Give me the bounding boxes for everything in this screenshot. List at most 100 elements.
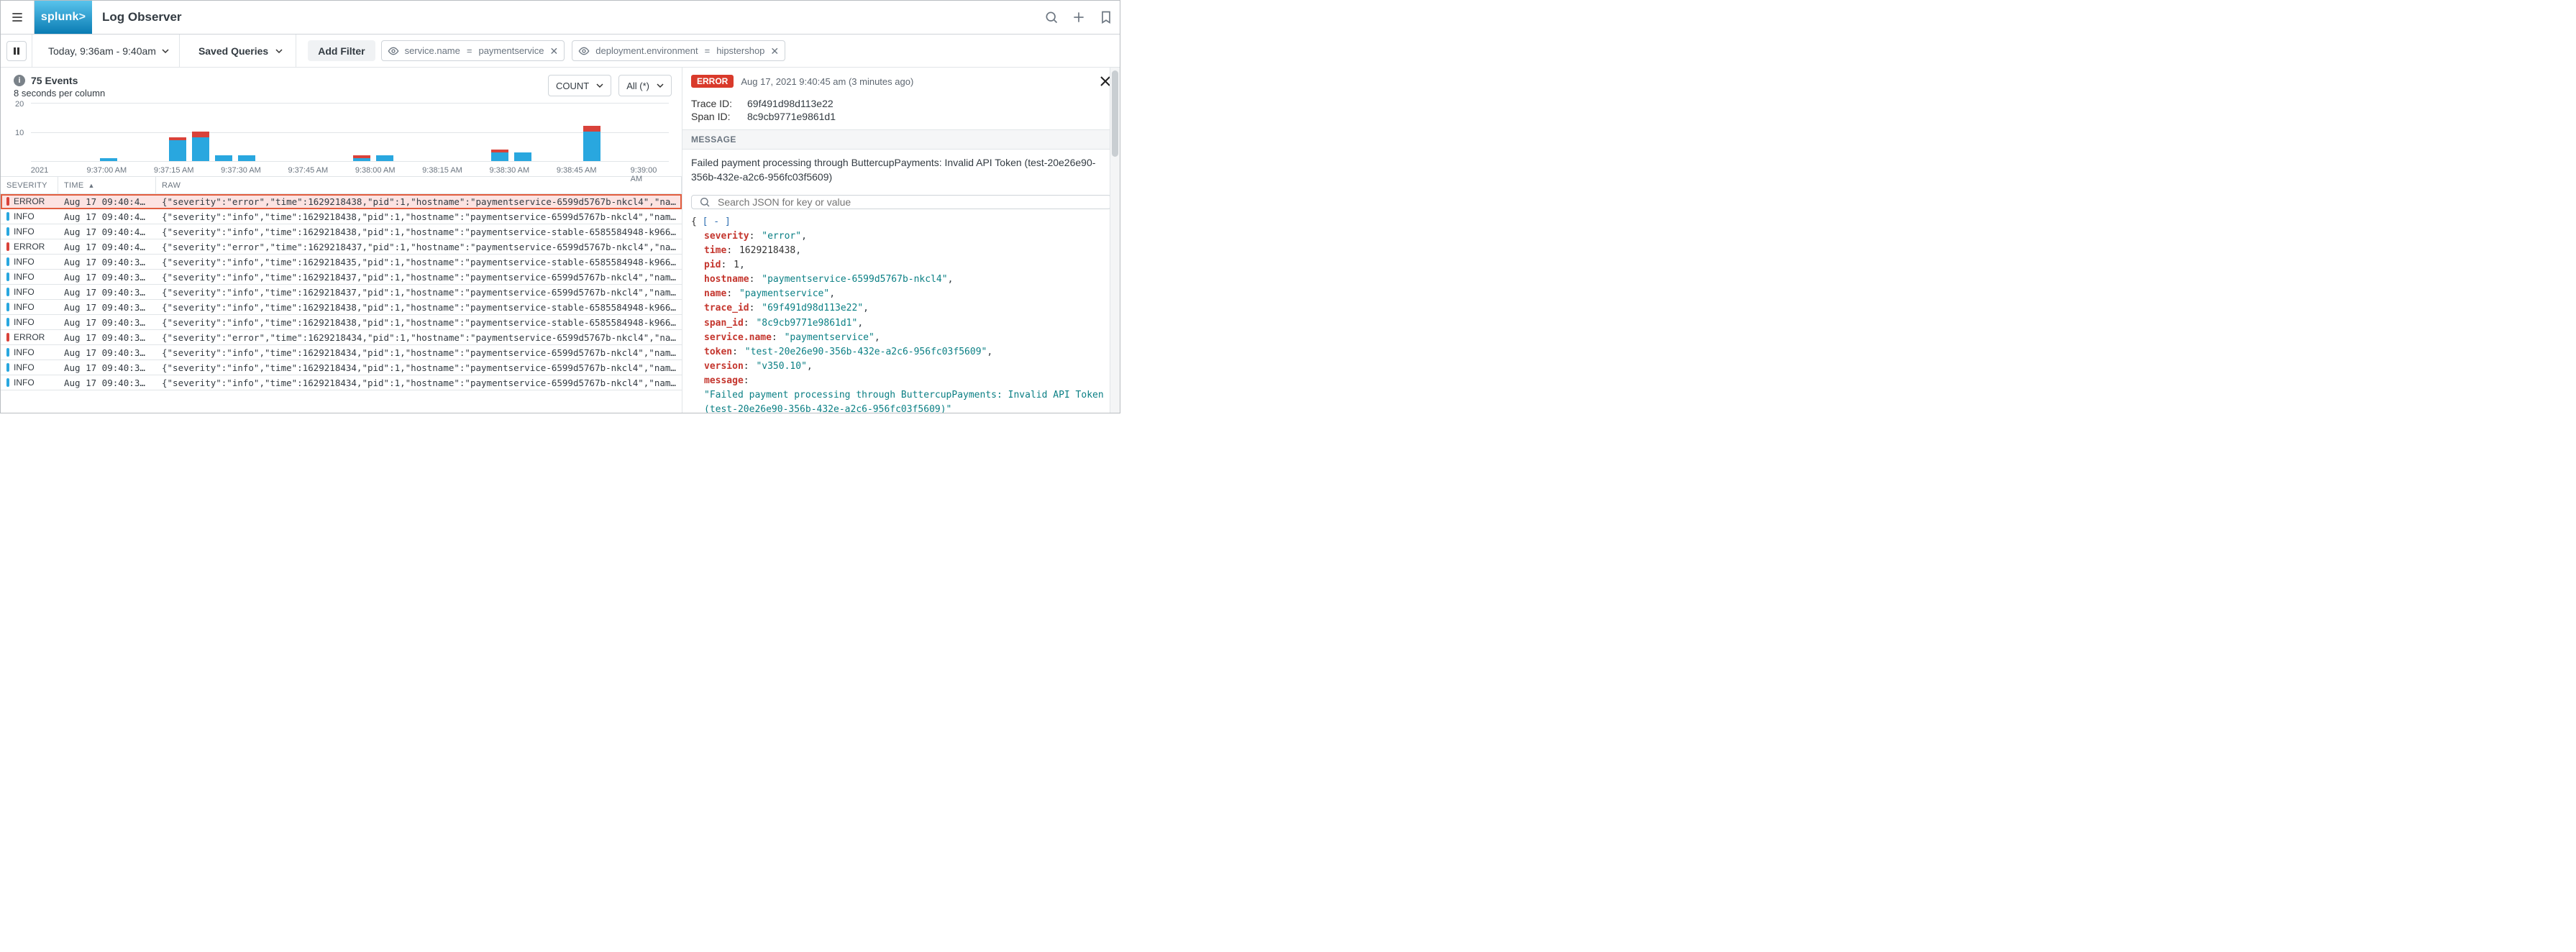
table-row[interactable]: INFO Aug 17 09:40:42.135 {"severity":"in…: [1, 224, 682, 239]
search-icon: [1044, 10, 1059, 24]
histogram-bar[interactable]: [169, 137, 186, 161]
histogram-bar[interactable]: [491, 150, 508, 161]
time-cell: Aug 17 09:40:37.728: [58, 332, 156, 343]
table-row[interactable]: INFO Aug 17 09:40:38.245 {"severity":"in…: [1, 315, 682, 330]
json-line: severity: "error",: [691, 229, 1111, 244]
pause-icon: [12, 47, 21, 55]
chip-value: hipstershop: [716, 45, 764, 56]
raw-cell: {"severity":"info","time":1629218434,"pi…: [156, 377, 682, 388]
th-raw[interactable]: RAW: [156, 177, 682, 193]
filter-chip[interactable]: service.name=paymentservice ✕: [381, 40, 565, 61]
th-time[interactable]: TIME▲: [58, 177, 156, 193]
table-row[interactable]: INFO Aug 17 09:40:38.245 {"severity":"in…: [1, 300, 682, 315]
table-row[interactable]: INFO Aug 17 09:40:39.572 {"severity":"in…: [1, 270, 682, 285]
histogram-bar[interactable]: [514, 152, 531, 161]
histogram-chart[interactable]: 20 10 20219:37:00 AM9:37:15 AM9:37:30 AM…: [1, 103, 682, 176]
severity-label: ERROR: [14, 332, 45, 342]
json-key: pid: [704, 260, 721, 270]
raw-cell: {"severity":"info","time":1629218434,"pi…: [156, 347, 682, 358]
json-value: "error": [762, 231, 801, 242]
time-cell: Aug 17 09:40:45.422: [58, 196, 156, 207]
table-row[interactable]: INFO Aug 17 09:40:43.111 {"severity":"in…: [1, 209, 682, 224]
table-row[interactable]: INFO Aug 17 09:40:37.611 {"severity":"in…: [1, 345, 682, 360]
product-title: Log Observer: [92, 1, 192, 34]
info-icon: i: [14, 75, 25, 86]
pause-button[interactable]: [1, 35, 32, 67]
raw-cell: {"severity":"info","time":1629218437,"pi…: [156, 287, 682, 298]
brand-tile[interactable]: splunk>: [35, 1, 92, 34]
table-row[interactable]: INFO Aug 17 09:40:39.571 {"severity":"in…: [1, 285, 682, 300]
json-value: "paymentservice": [739, 288, 829, 299]
time-cell: Aug 17 09:40:42.135: [58, 226, 156, 237]
x-tick-label: 9:37:45 AM: [288, 166, 329, 175]
json-key: severity: [704, 231, 749, 242]
table-row[interactable]: INFO Aug 17 09:40:36.325 {"severity":"in…: [1, 360, 682, 375]
table-row[interactable]: INFO Aug 17 09:40:39.756 {"severity":"in…: [1, 255, 682, 270]
json-key: span_id: [704, 318, 744, 329]
json-value: "paymentservice-6599d5767b-nkcl4": [762, 274, 947, 285]
severity-indicator: [6, 318, 9, 326]
histogram-bar[interactable]: [583, 126, 600, 161]
brand-text: splunk>: [41, 11, 86, 24]
histogram-bar[interactable]: [192, 132, 209, 161]
filter-chip[interactable]: deployment.environment=hipstershop ✕: [572, 40, 785, 61]
sort-asc-icon: ▲: [88, 182, 94, 189]
severity-indicator: [6, 378, 9, 387]
events-table: SEVERITY TIME▲ RAW ERROR Aug 17 09:40:45…: [1, 176, 682, 413]
chip-key: deployment.environment: [595, 45, 698, 56]
raw-cell: {"severity":"info","time":1629218438,"pi…: [156, 317, 682, 328]
time-range-picker[interactable]: Today, 9:36am - 9:40am: [38, 35, 180, 67]
json-line: service.name: "paymentservice",: [691, 331, 1111, 345]
json-collapse-toggle[interactable]: [ - ]: [703, 216, 731, 227]
chip-remove[interactable]: ✕: [550, 46, 559, 56]
ytick-10: 10: [15, 129, 24, 137]
histogram-bar[interactable]: [238, 155, 255, 161]
raw-cell: {"severity":"info","time":1629218434,"pi…: [156, 362, 682, 373]
json-value: 1629218438: [739, 245, 795, 256]
time-cell: Aug 17 09:40:37.611: [58, 347, 156, 358]
th-severity[interactable]: SEVERITY: [1, 177, 58, 193]
severity-indicator: [6, 333, 9, 342]
add-button[interactable]: [1065, 10, 1092, 24]
severity-label: ERROR: [14, 196, 45, 206]
x-tick-label: 9:37:00 AM: [87, 166, 127, 175]
menu-button[interactable]: [1, 1, 35, 34]
histogram-bar[interactable]: [215, 155, 232, 161]
json-value: "v350.10": [756, 361, 806, 372]
histogram-bar[interactable]: [353, 155, 370, 161]
table-row[interactable]: ERROR Aug 17 09:40:37.728 {"severity":"e…: [1, 330, 682, 345]
json-search[interactable]: [691, 195, 1111, 209]
search-button[interactable]: [1038, 10, 1065, 24]
panel-scrollbar[interactable]: [1110, 68, 1120, 413]
bookmark-button[interactable]: [1092, 10, 1120, 24]
json-key: version: [704, 361, 744, 372]
table-row[interactable]: ERROR Aug 17 09:40:45.422 {"severity":"e…: [1, 194, 682, 209]
chip-remove[interactable]: ✕: [770, 46, 779, 56]
histogram-bar[interactable]: [100, 158, 117, 161]
time-cell: Aug 17 09:40:38.245: [58, 302, 156, 313]
histogram-bar[interactable]: [376, 155, 393, 161]
ids-block: Trace ID:69f491d98d113e22 Span ID:8c9cb9…: [682, 95, 1120, 129]
severity-indicator: [6, 257, 9, 266]
table-row[interactable]: ERROR Aug 17 09:40:41.088 {"severity":"e…: [1, 239, 682, 255]
severity-label: INFO: [14, 317, 35, 327]
table-row[interactable]: INFO Aug 17 09:40:36.319 {"severity":"in…: [1, 375, 682, 390]
trace-id-label: Trace ID:: [691, 98, 741, 109]
time-cell: Aug 17 09:40:39.571: [58, 287, 156, 298]
saved-queries-label: Saved Queries: [198, 45, 268, 57]
count-dropdown[interactable]: COUNT: [548, 75, 611, 96]
hamburger-icon: [10, 10, 24, 24]
json-search-input[interactable]: [716, 196, 1103, 209]
severity-indicator: [6, 197, 9, 206]
json-line: token: "test-20e26e90-356b-432e-a2c6-956…: [691, 345, 1111, 360]
scrollbar-thumb[interactable]: [1112, 70, 1118, 157]
json-value: "8c9cb9771e9861d1": [756, 318, 857, 329]
severity-label: INFO: [14, 287, 35, 297]
x-tick-label: 9:38:45 AM: [557, 166, 597, 175]
severity-label: INFO: [14, 377, 35, 388]
saved-queries-dropdown[interactable]: Saved Queries: [186, 35, 296, 67]
filter-chip-area: service.name=paymentservice ✕ deployment…: [381, 40, 786, 61]
add-filter-button[interactable]: Add Filter: [308, 40, 375, 61]
series-dropdown[interactable]: All (*): [618, 75, 672, 96]
json-line: message:: [691, 374, 1111, 388]
